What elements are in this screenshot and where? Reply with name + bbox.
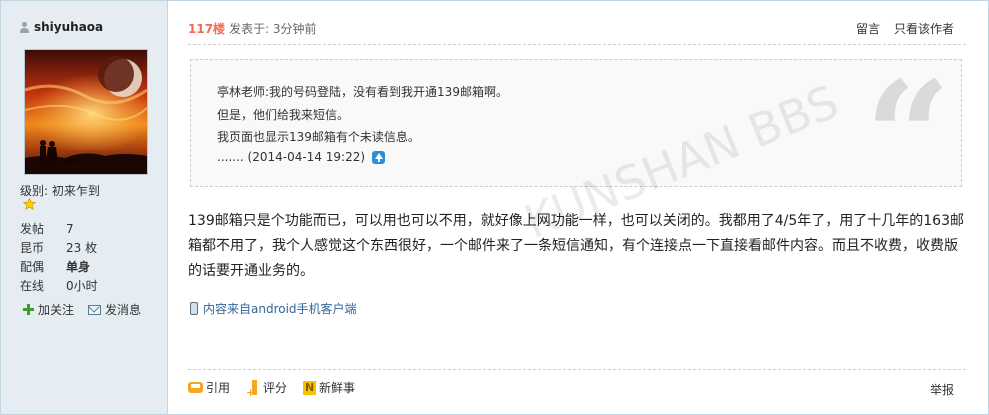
follow-button[interactable]: 加关注: [23, 301, 74, 318]
go-to-quoted-post-icon[interactable]: [371, 151, 385, 164]
add-icon: [23, 304, 34, 315]
quote-line: 我页面也显示139邮箱有个未读信息。: [217, 130, 420, 144]
send-message-button[interactable]: 发消息: [88, 301, 141, 318]
client-source-link[interactable]: 内容来自android手机客户端: [190, 300, 357, 317]
quote-block: “ 亭林老师:我的号码登陆，没有看到我开通139邮箱啊。 但是，他们给我来短信。…: [190, 59, 962, 212]
share-news-button[interactable]: 新鲜事: [303, 379, 355, 396]
post-content: 139邮箱只是个功能而已，可以用也可以不用，就好像上网功能一样，也可以关闭的。我…: [188, 209, 968, 284]
header-links: 留言 只看该作者: [856, 20, 954, 37]
header-divider: [188, 44, 966, 45]
footer-divider: [188, 369, 966, 370]
stat-coins: 昆币 23 枚: [20, 241, 98, 255]
content-line: 139邮箱只是个功能而已，可以用也可以不用，就好像上网功能一样，也可以关闭的。我…: [188, 213, 964, 229]
star-icon: [22, 197, 37, 213]
post-main: 117楼 发表于: 3分钟前 留言 只看该作者 “ 亭林老师:我的号码登陆，没有…: [168, 1, 988, 414]
author-only-link[interactable]: 只看该作者: [894, 20, 954, 37]
user-stats: 发帖 7 昆币 23 枚 配偶 单身 在线 0小时: [20, 220, 98, 296]
user-icon: [20, 21, 29, 33]
author-sidebar: shiyuhaoa 级别: 初来乍到 发帖 7 昆币 23 枚 配偶 单身 在线…: [1, 1, 168, 414]
avatar-image: [25, 50, 147, 174]
comment-link[interactable]: 留言: [856, 20, 880, 37]
floor-number[interactable]: 117楼: [188, 20, 225, 37]
report-button[interactable]: 举报: [930, 381, 954, 398]
user-level: 级别: 初来乍到: [20, 184, 100, 198]
quote-mark-icon: “: [864, 49, 951, 225]
quote-meta: ....... (2014-04-14 19:22): [217, 150, 385, 164]
mail-icon: [88, 304, 102, 315]
post-frame: shiyuhaoa 级别: 初来乍到 发帖 7 昆币 23 枚 配偶 单身 在线…: [0, 0, 989, 415]
content-line: 箱都不用了，我个人感觉这个东西很好，一个邮件来了一条短信通知，有个连接点一下直接…: [188, 238, 958, 254]
post-header: 117楼 发表于: 3分钟前: [188, 20, 317, 37]
quote-time: (2014-04-14 19:22): [247, 150, 366, 164]
news-icon: [303, 380, 317, 395]
phone-icon: [190, 302, 198, 315]
stat-online: 在线 0小时: [20, 279, 98, 293]
rate-plus-one-icon: +: [246, 379, 260, 398]
quote-line: 但是，他们给我来短信。: [217, 108, 350, 122]
content-line: 的话要开通业务的。: [188, 263, 314, 279]
quote-reply-icon: [188, 382, 203, 393]
stat-posts: 发帖 7: [20, 222, 74, 236]
author-row[interactable]: shiyuhaoa: [20, 20, 103, 34]
stat-spouse: 配偶 单身: [20, 260, 91, 274]
reply-button[interactable]: 引用: [188, 379, 230, 396]
post-time: 发表于: 3分钟前: [229, 22, 317, 36]
rate-button[interactable]: + 评分: [246, 379, 287, 398]
avatar[interactable]: [24, 49, 148, 175]
user-actions: 加关注 发消息: [23, 301, 141, 318]
post-footer: 引用 + 评分 新鲜事: [188, 379, 355, 398]
quote-line: 亭林老师:我的号码登陆，没有看到我开通139邮箱啊。: [217, 85, 508, 99]
author-name[interactable]: shiyuhaoa: [34, 20, 103, 34]
